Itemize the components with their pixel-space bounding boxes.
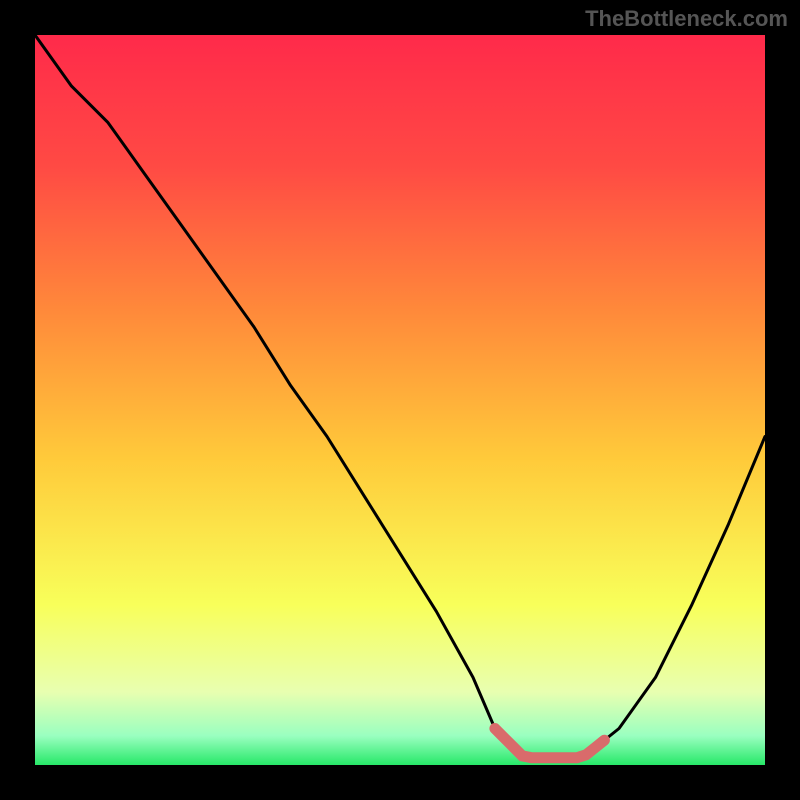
watermark-text: TheBottleneck.com	[585, 6, 788, 32]
chart-plot-area	[35, 35, 765, 765]
bottleneck-curve	[35, 35, 765, 765]
